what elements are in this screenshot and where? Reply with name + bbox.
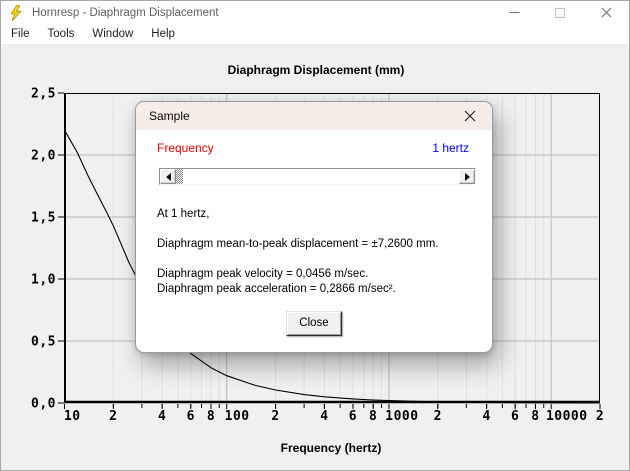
window-controls — [491, 1, 629, 24]
frequency-value: 1 hertz — [432, 141, 469, 155]
scroll-right-icon — [464, 172, 470, 181]
svg-text:1,5: 1,5 — [31, 211, 56, 226]
close-dialog-button[interactable]: Close — [286, 311, 342, 336]
dialog-body: Frequency 1 hertz At 1 hertz, Diaphragm … — [136, 141, 492, 336]
svg-text:2: 2 — [434, 409, 442, 424]
svg-text:100: 100 — [225, 409, 250, 424]
frequency-row: Frequency 1 hertz — [157, 141, 471, 155]
svg-text:2,0: 2,0 — [31, 149, 56, 164]
window-titlebar: Hornresp - Diaphragm Displacement — [1, 1, 629, 24]
menu-item-help[interactable]: Help — [142, 25, 184, 43]
dialog-close-button[interactable] — [461, 107, 479, 125]
svg-text:2,5: 2,5 — [31, 87, 56, 102]
app-window: Hornresp - Diaphragm Displacement File T… — [0, 0, 630, 471]
x-axis-title: Frequency (hertz) — [280, 441, 382, 455]
menu-item-file[interactable]: File — [2, 25, 39, 43]
svg-text:4: 4 — [320, 409, 328, 424]
acceleration-line: Diaphragm peak acceleration = 0,2866 m/s… — [157, 283, 396, 295]
at-frequency-line: At 1 hertz, — [157, 208, 210, 220]
svg-text:0,5: 0,5 — [31, 335, 56, 350]
scroll-left-icon — [165, 172, 171, 181]
app-lightning-icon — [10, 4, 22, 21]
menu-item-window[interactable]: Window — [83, 25, 142, 43]
frequency-scrollbar[interactable] — [159, 168, 476, 185]
window-title: Hornresp - Diaphragm Displacement — [32, 6, 219, 19]
sample-dialog: Sample Frequency 1 hertz At 1 hertz, Dia… — [135, 101, 493, 353]
close-window-button[interactable] — [583, 1, 629, 24]
menubar: File Tools Window Help — [1, 24, 629, 45]
svg-text:6: 6 — [349, 409, 357, 424]
velocity-line: Diaphragm peak velocity = 0,0456 m/sec. — [157, 268, 369, 280]
svg-text:8: 8 — [531, 409, 539, 424]
scrollbar-track[interactable] — [176, 169, 459, 184]
displacement-line: Diaphragm mean-to-peak displacement = ±7… — [157, 238, 439, 250]
maximize-icon — [555, 7, 565, 18]
dialog-title: Sample — [149, 109, 190, 123]
svg-text:2: 2 — [596, 409, 604, 424]
scrollbar-left-button[interactable] — [160, 169, 176, 184]
dialog-close-icon — [464, 110, 476, 122]
close-icon — [601, 7, 611, 18]
svg-text:0,0: 0,0 — [31, 397, 56, 412]
scrollbar-thumb[interactable] — [176, 169, 183, 184]
dialog-titlebar: Sample — [136, 102, 492, 130]
frequency-label: Frequency — [157, 141, 214, 155]
menu-item-tools[interactable]: Tools — [39, 25, 84, 43]
svg-text:10: 10 — [64, 409, 81, 424]
svg-text:6: 6 — [511, 409, 519, 424]
maximize-button[interactable] — [537, 1, 583, 24]
svg-text:2: 2 — [271, 409, 279, 424]
svg-text:8: 8 — [207, 409, 215, 424]
minimize-button[interactable] — [491, 1, 537, 24]
svg-text:2: 2 — [109, 409, 117, 424]
svg-text:4: 4 — [158, 409, 166, 424]
svg-text:10000: 10000 — [546, 409, 588, 424]
minimize-icon — [509, 11, 519, 14]
chart-title: Diaphragm Displacement (mm) — [227, 63, 405, 77]
svg-text:1,0: 1,0 — [31, 273, 56, 288]
svg-text:6: 6 — [187, 409, 195, 424]
svg-text:4: 4 — [482, 409, 490, 424]
scrollbar-right-button[interactable] — [459, 169, 475, 184]
svg-text:8: 8 — [369, 409, 377, 424]
svg-text:1000: 1000 — [385, 409, 418, 424]
